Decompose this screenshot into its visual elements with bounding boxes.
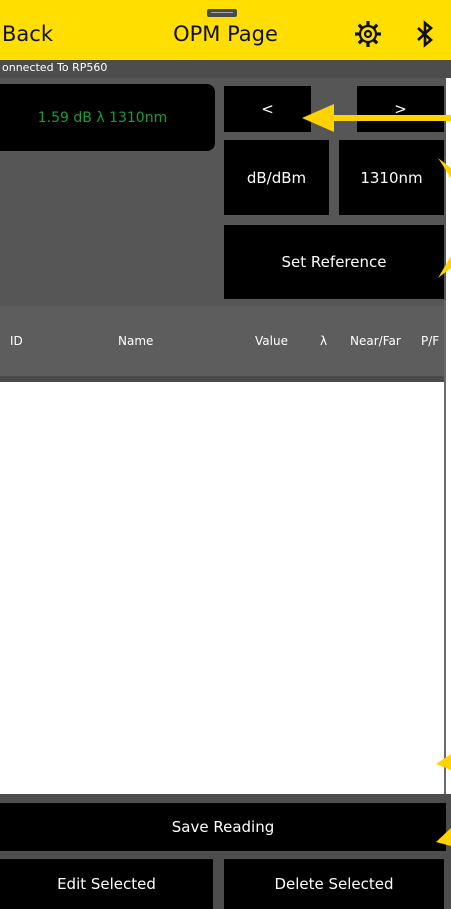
table-divider	[0, 376, 446, 382]
pointer-arrow	[438, 256, 451, 278]
gear-icon[interactable]	[354, 20, 382, 48]
delete-selected-button[interactable]: Delete Selected	[224, 859, 444, 909]
table-header: ID Name Value λ Near/Far P/F	[0, 306, 446, 376]
wavelength-button[interactable]: 1310nm	[339, 140, 444, 215]
column-header-value: Value	[255, 334, 288, 348]
column-header-id: ID	[10, 334, 23, 348]
page-title: OPM Page	[173, 22, 278, 46]
set-reference-button[interactable]: Set Reference	[224, 225, 444, 299]
column-header-pass-fail: P/F	[421, 334, 440, 348]
power-readout: 1.59 dB λ 1310nm	[0, 84, 215, 151]
pointer-arrow	[436, 754, 451, 770]
drag-handle[interactable]	[207, 9, 237, 17]
pointer-arrow	[438, 158, 451, 178]
pointer-arrow	[302, 104, 451, 132]
pointer-arrow	[436, 828, 451, 846]
edit-selected-button[interactable]: Edit Selected	[0, 859, 213, 909]
column-header-name: Name	[118, 334, 154, 348]
column-header-wavelength: λ	[320, 334, 328, 348]
units-button[interactable]: dB/dBm	[224, 140, 329, 215]
scroll-track[interactable]	[444, 300, 446, 800]
connection-status: onnected To RP560	[2, 61, 108, 74]
prev-button[interactable]: <	[224, 86, 311, 132]
column-header-near-far: Near/Far	[350, 334, 401, 348]
bluetooth-icon[interactable]	[415, 20, 435, 48]
save-reading-button[interactable]: Save Reading	[0, 803, 446, 851]
